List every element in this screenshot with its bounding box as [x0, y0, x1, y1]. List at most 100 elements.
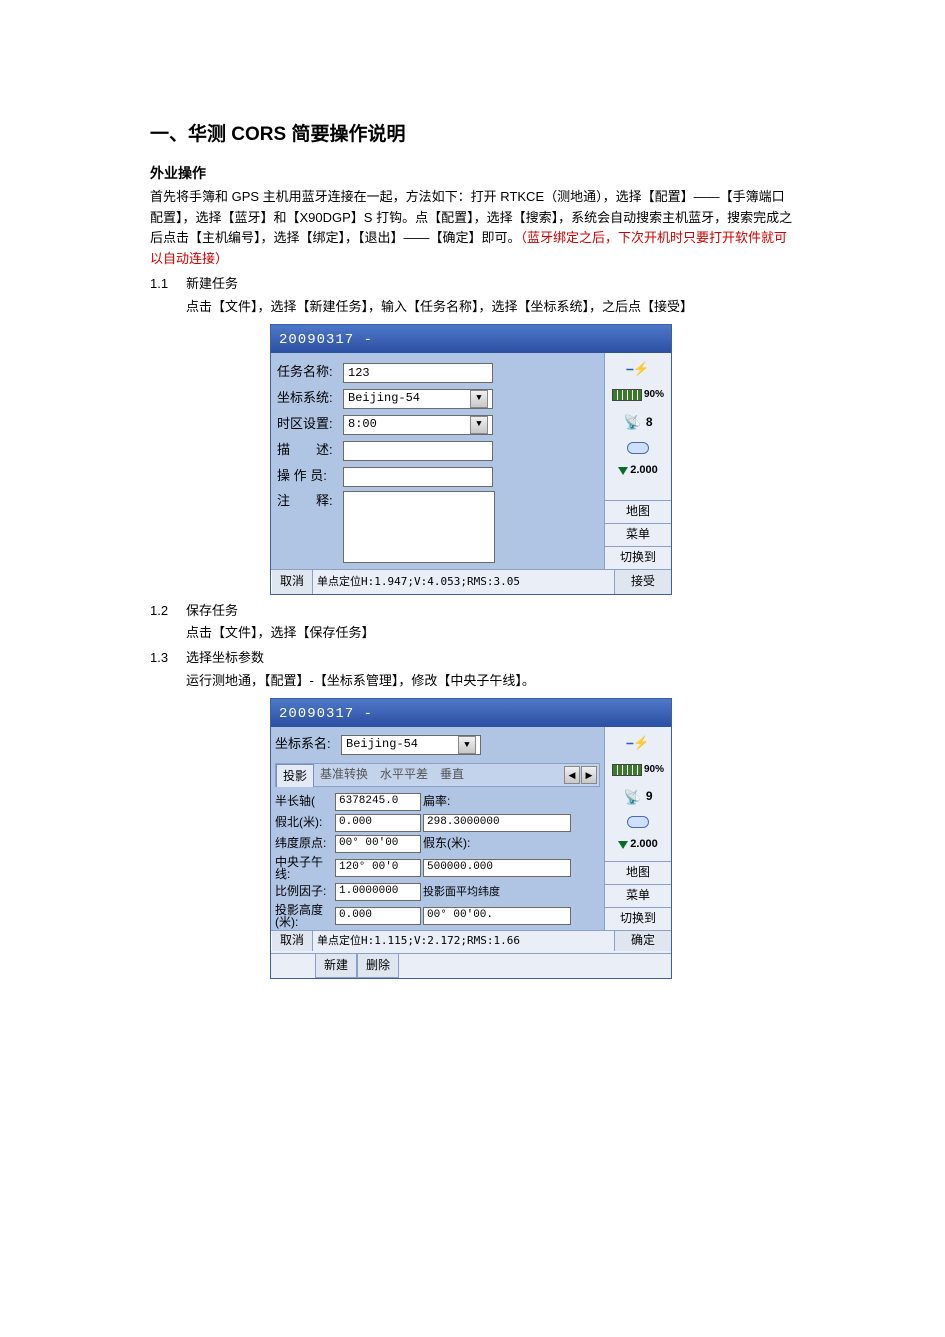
section-title: 新建任务	[186, 274, 238, 295]
input-description[interactable]	[343, 441, 493, 461]
bottom-toolbar: 新建 删除	[271, 953, 671, 978]
label-notes: 注 释:	[277, 491, 343, 512]
section-1-3: 1.3 选择坐标参数	[150, 648, 795, 669]
tab-horiz-adjust[interactable]: 水平平差	[374, 764, 434, 786]
side-panel: ⎯⚡ 90% 📡8 2.000 地图 菜单 切换到	[604, 353, 671, 569]
device-window-coord-manage: 20090317 - 坐标系名: Beijing-54 ▼ 投影 基准转换 水平…	[270, 698, 672, 979]
label-false-east: 假东(米):	[423, 837, 483, 850]
select-coord-name-value: Beijing-54	[346, 735, 418, 754]
section-1-1-body: 点击【文件】，选择【新建任务】，输入【任务名称】，选择【坐标系统】，之后点【接受…	[186, 297, 795, 318]
window-titlebar: 20090317 -	[271, 699, 671, 727]
battery-text: 90%	[644, 387, 664, 403]
select-timezone[interactable]: 8:00 ▼	[343, 415, 493, 435]
label-scale-factor: 比例因子:	[275, 885, 333, 898]
section-1-3-body: 运行测地通，【配置】-【坐标系管理】，修改【中央子午线】。	[186, 671, 795, 692]
delete-button[interactable]: 删除	[357, 954, 399, 978]
select-coord-system[interactable]: Beijing-54 ▼	[343, 389, 493, 409]
label-central-meridian: 中央子午线:	[275, 856, 333, 880]
link-icon	[609, 816, 667, 828]
section-number: 1.1	[150, 274, 186, 295]
input-scale-factor[interactable]: 1.0000000	[335, 883, 421, 901]
window-titlebar: 20090317 -	[271, 325, 671, 353]
label-avg-lat: 投影面平均纬度	[423, 886, 571, 898]
accept-button[interactable]: 接受	[614, 570, 671, 594]
battery-text: 90%	[644, 762, 664, 778]
chevron-down-icon[interactable]: ▼	[470, 390, 488, 408]
section-title: 保存任务	[186, 601, 238, 622]
cancel-button[interactable]: 取消	[271, 931, 313, 951]
projection-grid: 半长轴( 6378245.0 扁率: 假北(米): 0.000 298.3000…	[275, 793, 600, 928]
form-area: 任务名称: 123 坐标系统: Beijing-54 ▼ 时区设置: 8:00 …	[271, 353, 604, 569]
label-false-north: 假北(米):	[275, 816, 333, 829]
new-button[interactable]: 新建	[315, 954, 357, 978]
select-coord-name[interactable]: Beijing-54 ▼	[341, 735, 481, 755]
section-number: 1.2	[150, 601, 186, 622]
input-flattening[interactable]: 298.3000000	[423, 814, 571, 832]
side-panel: ⎯⚡ 90% 📡9 2.000 地图 菜单 切换到	[604, 727, 671, 930]
tab-bar: 投影 基准转换 水平平差 垂直 ◀ ▶	[275, 763, 600, 787]
antenna-height-value: 2.000	[630, 836, 658, 854]
cancel-button[interactable]: 取消	[271, 570, 313, 594]
tab-scroll-right-icon[interactable]: ▶	[581, 766, 597, 784]
switch-button[interactable]: 切换到	[605, 907, 671, 930]
tab-vertical[interactable]: 垂直	[434, 764, 470, 786]
map-button[interactable]: 地图	[605, 500, 671, 523]
input-semi-major[interactable]: 6378245.0	[335, 793, 421, 811]
input-lat-origin[interactable]: 00° 00'00	[335, 835, 421, 853]
label-description: 描 述:	[277, 440, 343, 461]
antenna-height-icon: 2.000	[609, 462, 667, 480]
input-operator[interactable]	[343, 467, 493, 487]
input-false-east[interactable]: 500000.000	[423, 859, 571, 877]
label-flattening: 扁率:	[423, 795, 483, 808]
section-title: 选择坐标参数	[186, 648, 264, 669]
section-1-2: 1.2 保存任务	[150, 601, 795, 622]
connection-icon: ⎯⚡	[609, 733, 667, 754]
chevron-down-icon[interactable]: ▼	[470, 416, 488, 434]
footer-bar: 取消 单点定位H:1.947;V:4.053;RMS:3.05 接受	[271, 569, 671, 594]
label-coord-name: 坐标系名:	[275, 734, 341, 755]
menu-button[interactable]: 菜单	[605, 884, 671, 907]
antenna-height-icon: 2.000	[609, 836, 667, 854]
input-central-meridian[interactable]: 120° 00'0	[335, 859, 421, 877]
section-1-2-body: 点击【文件】，选择【保存任务】	[186, 623, 795, 644]
label-lat-origin: 纬度原点:	[275, 837, 333, 850]
map-button[interactable]: 地图	[605, 861, 671, 884]
label-timezone: 时区设置:	[277, 414, 343, 435]
form-area: 坐标系名: Beijing-54 ▼ 投影 基准转换 水平平差 垂直 ◀ ▶ 半…	[271, 727, 604, 930]
intro-paragraph: 首先将手簿和 GPS 主机用蓝牙连接在一起，方法如下：打开 RTKCE（测地通）…	[150, 187, 795, 270]
input-avg-lat[interactable]: 00° 00'00.	[423, 907, 571, 925]
link-icon	[609, 442, 667, 454]
label-coord-system: 坐标系统:	[277, 388, 343, 409]
battery-icon: 90%	[609, 387, 667, 403]
label-task-name: 任务名称:	[277, 362, 343, 383]
antenna-height-value: 2.000	[630, 462, 658, 480]
section-number: 1.3	[150, 648, 186, 669]
section-1-1: 1.1 新建任务	[150, 274, 795, 295]
menu-button[interactable]: 菜单	[605, 523, 671, 546]
input-task-name[interactable]: 123	[343, 363, 493, 383]
battery-icon: 90%	[609, 762, 667, 778]
satellite-count: 9	[646, 787, 653, 806]
label-semi-major: 半长轴(	[275, 795, 333, 808]
device-window-new-task: 20090317 - 任务名称: 123 坐标系统: Beijing-54 ▼ …	[270, 324, 672, 595]
input-proj-height[interactable]: 0.000	[335, 907, 421, 925]
select-timezone-value: 8:00	[348, 415, 377, 434]
status-text: 单点定位H:1.947;V:4.053;RMS:3.05	[313, 573, 614, 591]
satellite-icon: 📡9	[609, 786, 667, 808]
ok-button[interactable]: 确定	[614, 931, 671, 951]
tab-projection[interactable]: 投影	[276, 764, 314, 787]
footer-bar: 取消 单点定位H:1.115;V:2.172;RMS:1.66 确定 新建 删除	[271, 930, 671, 978]
label-operator: 操 作 员:	[277, 466, 343, 487]
satellite-count: 8	[646, 413, 653, 432]
status-text: 单点定位H:1.115;V:2.172;RMS:1.66	[313, 932, 614, 950]
doc-title: 一、华测 CORS 简要操作说明	[150, 120, 795, 150]
chevron-down-icon[interactable]: ▼	[458, 736, 476, 754]
input-false-north[interactable]: 0.000	[335, 814, 421, 832]
tab-scroll-left-icon[interactable]: ◀	[564, 766, 580, 784]
textarea-notes[interactable]	[343, 491, 495, 563]
label-proj-height: 投影高度(米):	[275, 904, 333, 928]
select-coord-value: Beijing-54	[348, 389, 420, 408]
tab-datum[interactable]: 基准转换	[314, 764, 374, 786]
switch-button[interactable]: 切换到	[605, 546, 671, 569]
subheading: 外业操作	[150, 162, 795, 184]
